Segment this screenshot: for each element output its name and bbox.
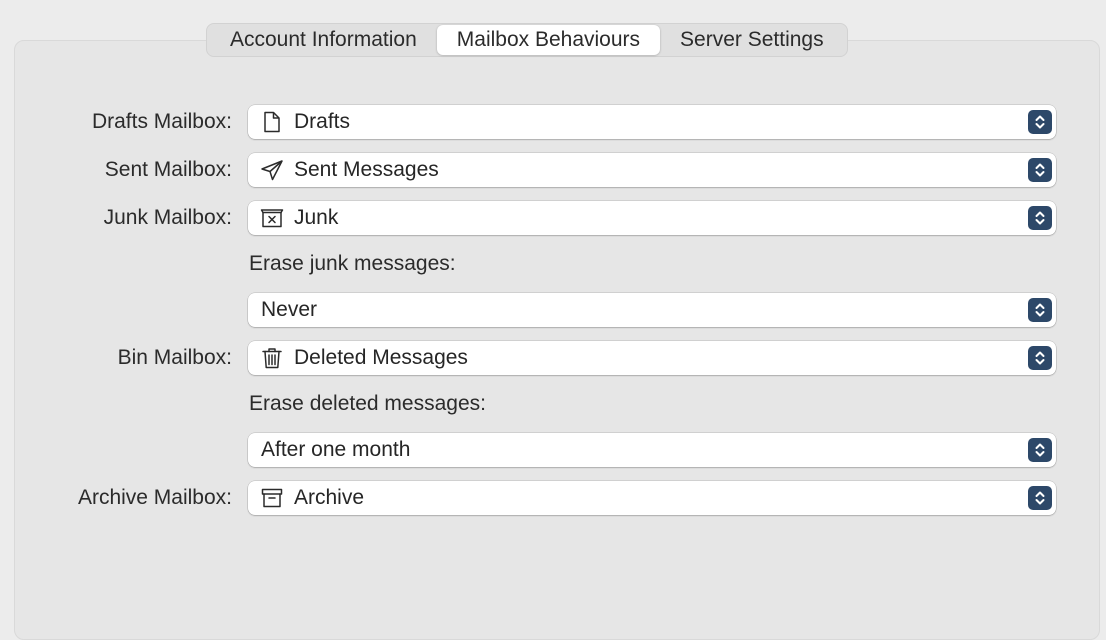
archive-mailbox-value: Archive bbox=[294, 486, 365, 509]
junk-mailbox-label: Junk Mailbox: bbox=[103, 206, 232, 229]
chevron-up-down-icon bbox=[1028, 206, 1052, 230]
chevron-up-down-icon bbox=[1028, 110, 1052, 134]
bin-mailbox-popup[interactable]: Deleted Messages bbox=[248, 341, 1056, 375]
chevron-up-down-icon bbox=[1028, 158, 1052, 182]
junk-box-icon bbox=[260, 207, 284, 229]
archive-box-icon bbox=[260, 487, 284, 509]
document-icon bbox=[260, 111, 284, 133]
drafts-mailbox-row: Drafts Mailbox: Drafts bbox=[0, 105, 1106, 139]
sent-mailbox-label: Sent Mailbox: bbox=[104, 158, 232, 181]
bin-mailbox-value: Deleted Messages bbox=[294, 346, 468, 369]
erase-deleted-row: After one month bbox=[0, 433, 1106, 467]
chevron-up-down-icon bbox=[1028, 298, 1052, 322]
erase-junk-label: Erase junk messages: bbox=[249, 252, 456, 275]
junk-mailbox-popup[interactable]: Junk bbox=[248, 201, 1056, 235]
tab-account-information[interactable]: Account Information bbox=[210, 25, 437, 55]
chevron-up-down-icon bbox=[1028, 346, 1052, 370]
tab-mailbox-behaviours[interactable]: Mailbox Behaviours bbox=[436, 25, 661, 55]
sent-mailbox-row: Sent Mailbox: Sent Messages bbox=[0, 153, 1106, 187]
chevron-up-down-icon bbox=[1028, 438, 1052, 462]
erase-deleted-value: After one month bbox=[261, 438, 411, 461]
erase-deleted-label: Erase deleted messages: bbox=[249, 392, 486, 415]
archive-mailbox-row: Archive Mailbox: Archive bbox=[0, 481, 1106, 515]
bin-mailbox-row: Bin Mailbox: Deleted Messages bbox=[0, 341, 1106, 375]
erase-deleted-popup[interactable]: After one month bbox=[248, 433, 1056, 467]
drafts-mailbox-popup[interactable]: Drafts bbox=[248, 105, 1056, 139]
trash-icon bbox=[260, 347, 284, 369]
sent-mailbox-popup[interactable]: Sent Messages bbox=[248, 153, 1056, 187]
tab-bar: Account Information Mailbox Behaviours S… bbox=[206, 23, 848, 57]
junk-mailbox-value: Junk bbox=[294, 206, 339, 229]
bin-mailbox-label: Bin Mailbox: bbox=[117, 346, 232, 369]
paper-plane-icon bbox=[260, 159, 284, 181]
erase-junk-row: Never bbox=[0, 293, 1106, 327]
tab-server-settings[interactable]: Server Settings bbox=[660, 25, 844, 55]
archive-mailbox-label: Archive Mailbox: bbox=[77, 486, 232, 509]
erase-junk-popup[interactable]: Never bbox=[248, 293, 1056, 327]
archive-mailbox-popup[interactable]: Archive bbox=[248, 481, 1056, 515]
drafts-mailbox-value: Drafts bbox=[294, 110, 351, 133]
drafts-mailbox-label: Drafts Mailbox: bbox=[91, 110, 232, 133]
chevron-up-down-icon bbox=[1028, 486, 1052, 510]
erase-junk-value: Never bbox=[261, 298, 318, 321]
sent-mailbox-value: Sent Messages bbox=[294, 158, 439, 181]
junk-mailbox-row: Junk Mailbox: Junk bbox=[0, 201, 1106, 235]
